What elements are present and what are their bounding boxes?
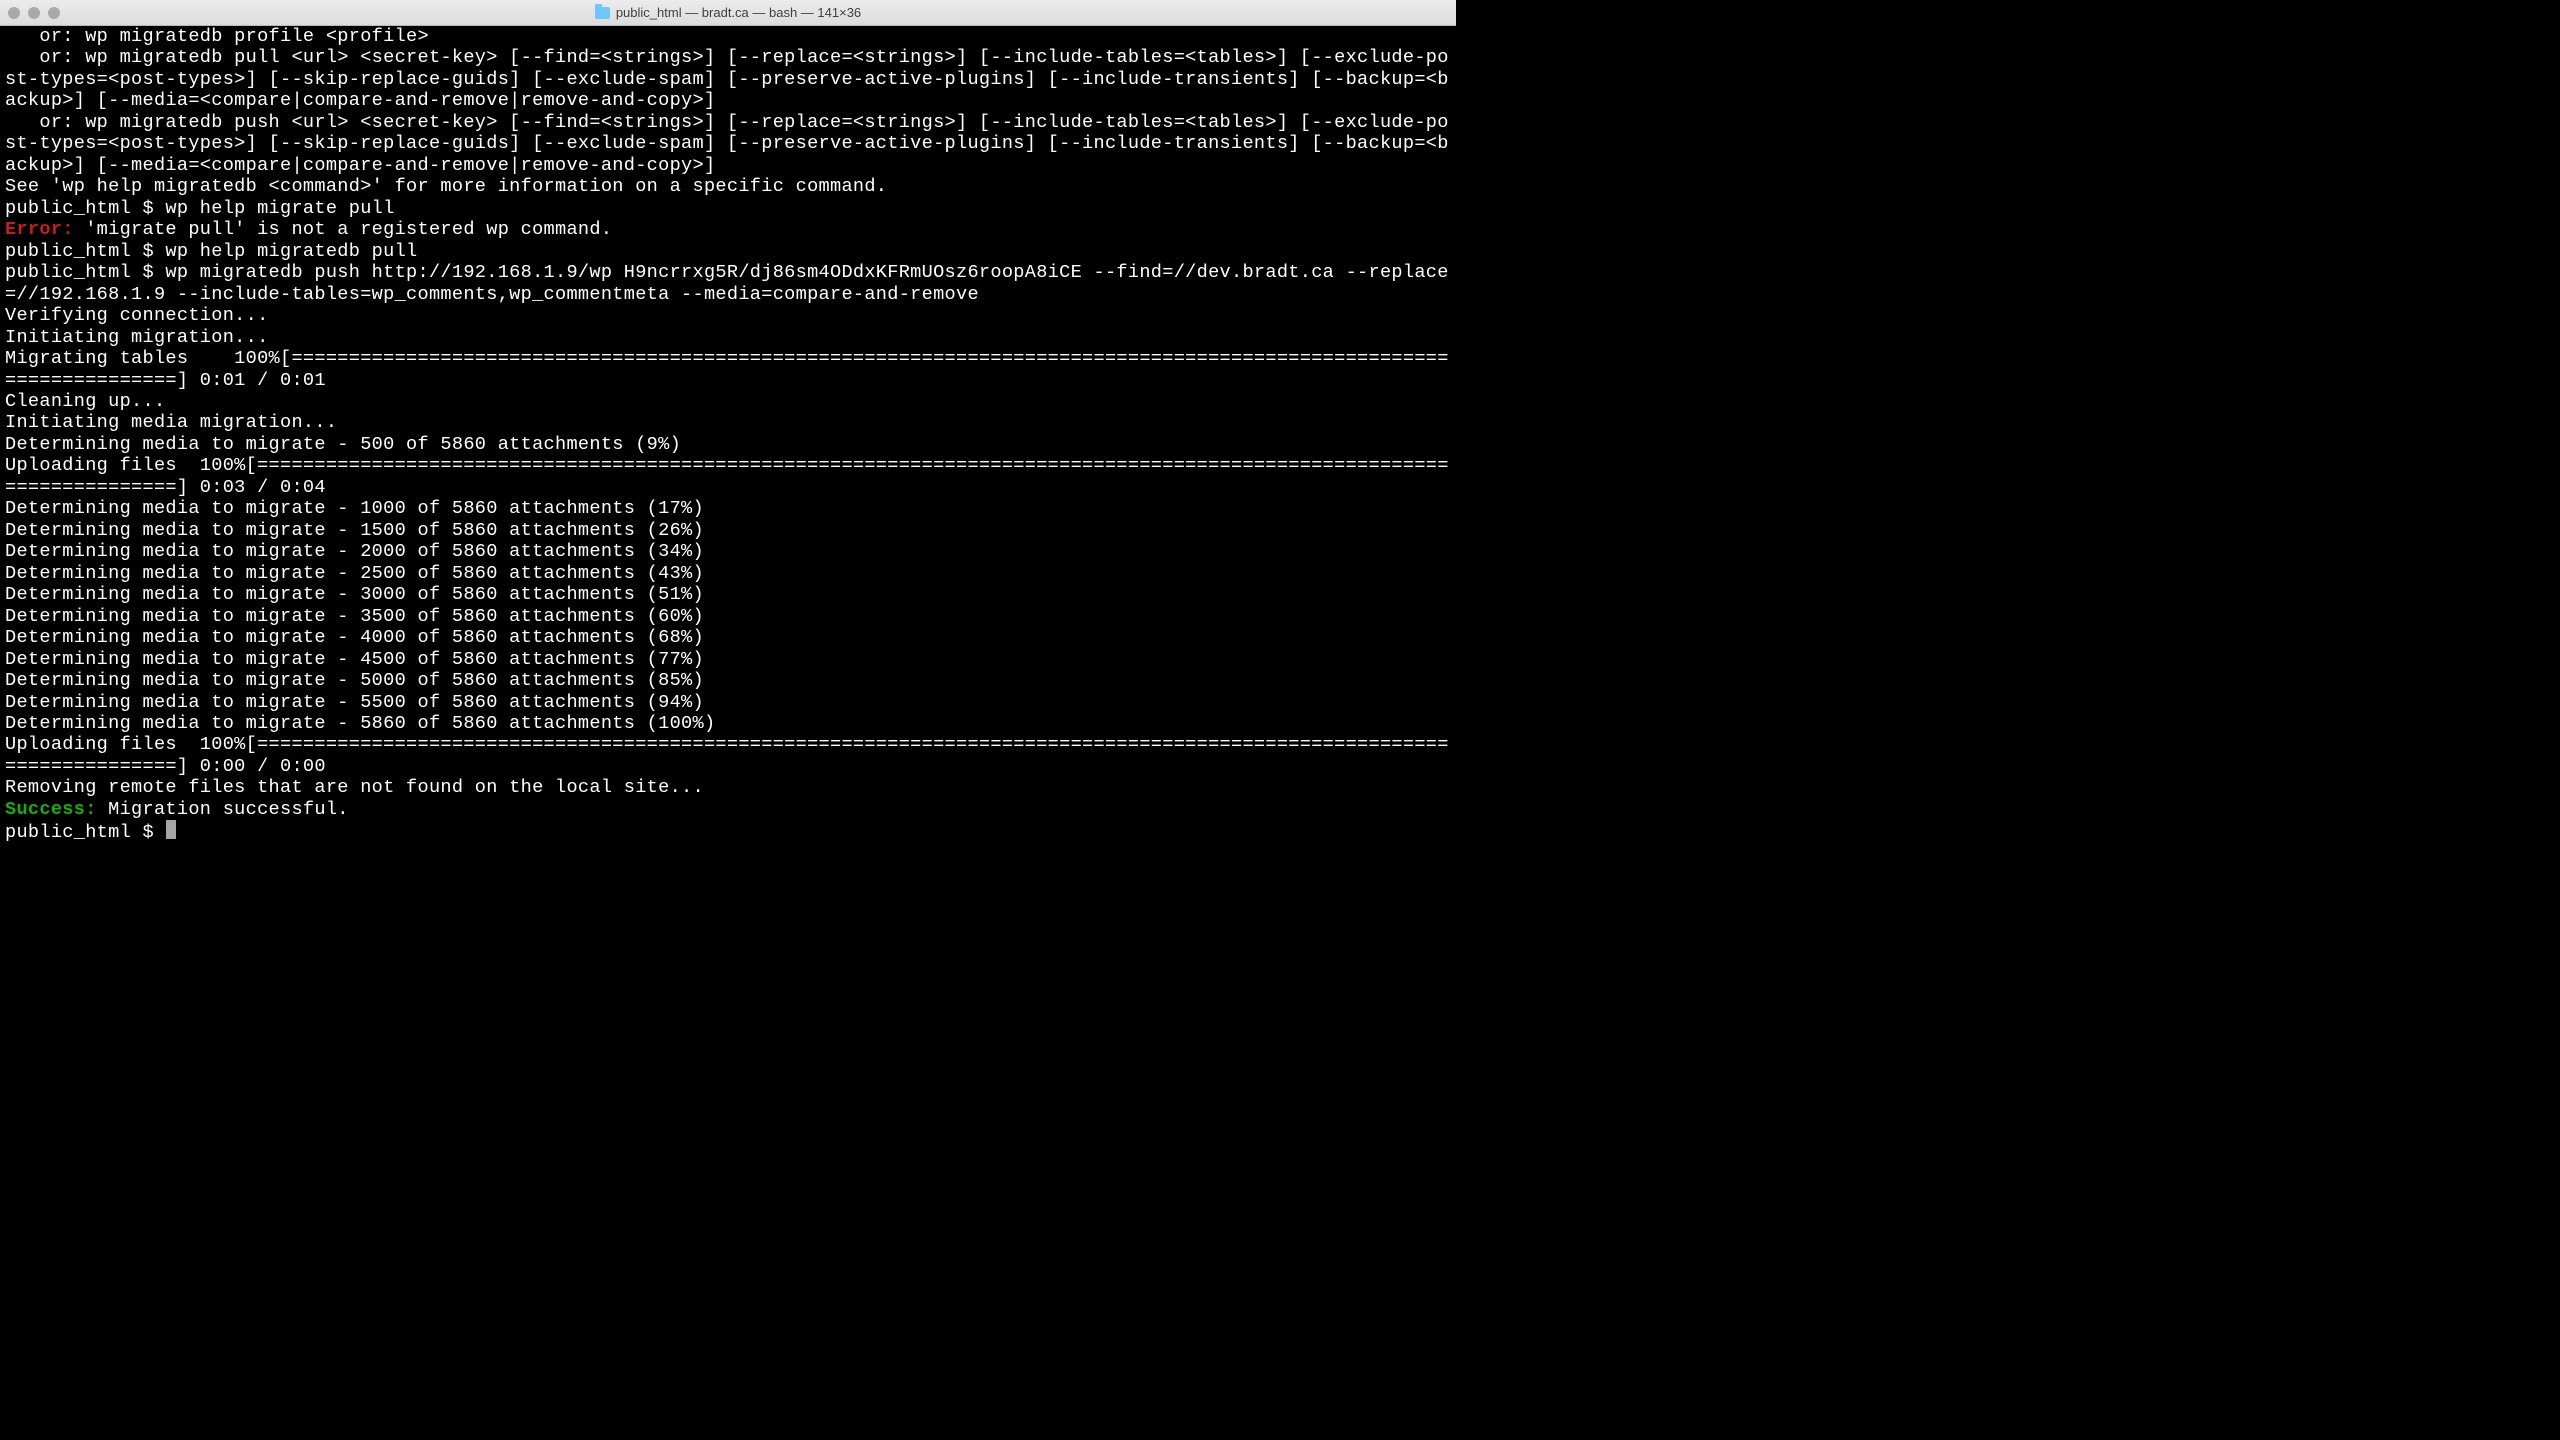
minimize-icon[interactable] (28, 7, 40, 19)
terminal-line: public_html $ wp help migrate pull (5, 198, 1451, 219)
terminal-line: Determining media to migrate - 4000 of 5… (5, 627, 1451, 648)
terminal-line: Determining media to migrate - 5000 of 5… (5, 670, 1451, 691)
terminal-line: or: wp migratedb push <url> <secret-key>… (5, 112, 1451, 176)
terminal-line: Determining media to migrate - 4500 of 5… (5, 649, 1451, 670)
terminal-line: or: wp migratedb profile <profile> (5, 26, 1451, 47)
terminal-line: Initiating migration... (5, 327, 1451, 348)
terminal-line: Determining media to migrate - 500 of 58… (5, 434, 1451, 455)
terminal-line: Determining media to migrate - 1500 of 5… (5, 520, 1451, 541)
terminal-line: Uploading files 100%[===================… (5, 455, 1451, 498)
terminal-line: Verifying connection... (5, 305, 1451, 326)
terminal-line: Determining media to migrate - 1000 of 5… (5, 498, 1451, 519)
terminal-line: Error: 'migrate pull' is not a registere… (5, 219, 1451, 240)
terminal-line: Determining media to migrate - 2500 of 5… (5, 563, 1451, 584)
terminal-line: See 'wp help migratedb <command>' for mo… (5, 176, 1451, 197)
prompt-line: public_html $ (5, 820, 1451, 843)
terminal-line: Determining media to migrate - 2000 of 5… (5, 541, 1451, 562)
maximize-icon[interactable] (48, 7, 60, 19)
window-controls (8, 7, 60, 19)
terminal-line: Cleaning up... (5, 391, 1451, 412)
prompt: public_html $ (5, 822, 165, 843)
terminal-line: Migrating tables 100%[==================… (5, 348, 1451, 391)
terminal-line: public_html $ wp migratedb push http://1… (5, 262, 1451, 305)
terminal-line: Success: Migration successful. (5, 799, 1451, 820)
terminal-line: public_html $ wp help migratedb pull (5, 241, 1451, 262)
error-message: 'migrate pull' is not a registered wp co… (74, 219, 613, 240)
error-label: Error: (5, 219, 74, 240)
window-title: public_html — bradt.ca — bash — 141×36 (616, 5, 861, 20)
terminal-viewport[interactable]: or: wp migratedb profile <profile> or: w… (0, 26, 1456, 848)
success-message: Migration successful. (97, 799, 349, 820)
terminal-line: Determining media to migrate - 3500 of 5… (5, 606, 1451, 627)
terminal-line: Uploading files 100%[===================… (5, 734, 1451, 777)
terminal-line: Determining media to migrate - 5500 of 5… (5, 692, 1451, 713)
terminal-line: or: wp migratedb pull <url> <secret-key>… (5, 47, 1451, 111)
close-icon[interactable] (8, 7, 20, 19)
terminal-line: Removing remote files that are not found… (5, 777, 1451, 798)
terminal-line: Determining media to migrate - 5860 of 5… (5, 713, 1451, 734)
window-titlebar: public_html — bradt.ca — bash — 141×36 (0, 0, 1456, 26)
success-label: Success: (5, 799, 97, 820)
terminal-line: Initiating media migration... (5, 412, 1451, 433)
cursor-icon (166, 820, 176, 839)
terminal-line: Determining media to migrate - 3000 of 5… (5, 584, 1451, 605)
folder-icon (595, 7, 610, 19)
